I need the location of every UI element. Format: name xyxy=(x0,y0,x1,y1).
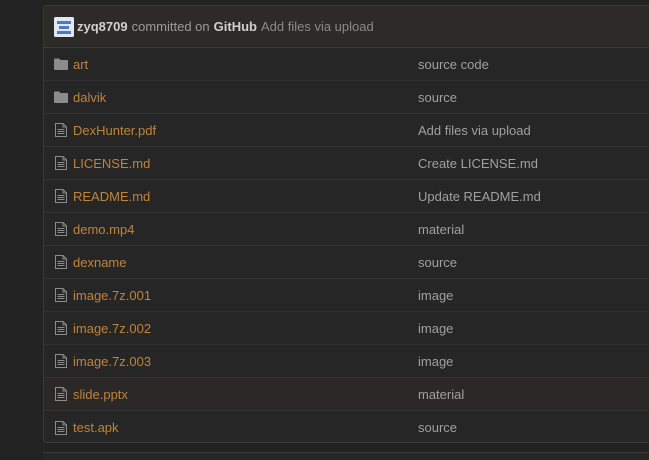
file-row: image.7z.002 image xyxy=(44,312,649,345)
folder-link[interactable]: art xyxy=(73,57,418,72)
avatar[interactable] xyxy=(54,16,74,37)
file-icon xyxy=(54,288,68,302)
file-row: LICENSE.md Create LICENSE.md xyxy=(44,147,649,180)
file-icon xyxy=(54,123,68,137)
file-link[interactable]: image.7z.002 xyxy=(73,321,418,336)
commit-author-link[interactable]: zyq8709 xyxy=(77,19,128,34)
commit-message-link[interactable]: Add files via upload xyxy=(261,19,374,34)
commit-message-link[interactable]: source xyxy=(418,90,457,105)
file-icon xyxy=(54,156,68,170)
commit-message-link[interactable]: image xyxy=(418,354,453,369)
file-icon xyxy=(54,420,68,435)
next-panel-edge xyxy=(43,452,649,460)
file-link[interactable]: test.apk xyxy=(73,420,418,435)
file-row: README.md Update README.md xyxy=(44,180,649,213)
file-link[interactable]: image.7z.001 xyxy=(73,288,418,303)
commit-message-link[interactable]: material xyxy=(418,387,464,402)
commit-message-link[interactable]: image xyxy=(418,321,453,336)
file-icon xyxy=(54,255,68,269)
file-icon xyxy=(54,387,68,401)
folder-link[interactable]: dalvik xyxy=(73,90,418,105)
commit-message-link[interactable]: material xyxy=(418,222,464,237)
file-row: demo.mp4 material xyxy=(44,213,649,246)
commit-message-link[interactable]: Update README.md xyxy=(418,189,541,204)
file-list-panel: zyq8709 committed on GitHub Add files vi… xyxy=(43,5,649,443)
github-link[interactable]: GitHub xyxy=(214,19,257,34)
commit-message-link[interactable]: Add files via upload xyxy=(418,123,531,138)
file-icon xyxy=(54,321,68,335)
file-icon xyxy=(54,354,68,368)
file-link[interactable]: DexHunter.pdf xyxy=(73,123,418,138)
commit-message-link[interactable]: Create LICENSE.md xyxy=(418,156,538,171)
commit-message-link[interactable]: source xyxy=(418,420,457,435)
commit-message-link[interactable]: source code xyxy=(418,57,489,72)
file-link[interactable]: dexname xyxy=(73,255,418,270)
file-link[interactable]: image.7z.003 xyxy=(73,354,418,369)
folder-icon xyxy=(54,90,68,104)
file-row: test.apk source xyxy=(44,411,649,442)
file-row: art source code xyxy=(44,48,649,81)
file-row: DexHunter.pdf Add files via upload xyxy=(44,114,649,147)
committed-text: committed on xyxy=(131,19,210,34)
file-icon xyxy=(54,189,68,203)
file-link[interactable]: demo.mp4 xyxy=(73,222,418,237)
commit-message-link[interactable]: source xyxy=(418,255,457,270)
file-row: image.7z.003 image xyxy=(44,345,649,378)
file-row: image.7z.001 image xyxy=(44,279,649,312)
latest-commit-bar: zyq8709 committed on GitHub Add files vi… xyxy=(44,6,649,48)
file-row: slide.pptx material xyxy=(44,378,649,411)
commit-message-link[interactable]: image xyxy=(418,288,453,303)
file-icon xyxy=(54,222,68,236)
file-row: dexname source xyxy=(44,246,649,279)
file-row: dalvik source xyxy=(44,81,649,114)
file-link[interactable]: README.md xyxy=(73,189,418,204)
folder-icon xyxy=(54,57,68,71)
file-link[interactable]: LICENSE.md xyxy=(73,156,418,171)
file-link[interactable]: slide.pptx xyxy=(73,387,418,402)
file-rows: art source code dalvik source DexHunter.pdf A… xyxy=(44,48,649,442)
